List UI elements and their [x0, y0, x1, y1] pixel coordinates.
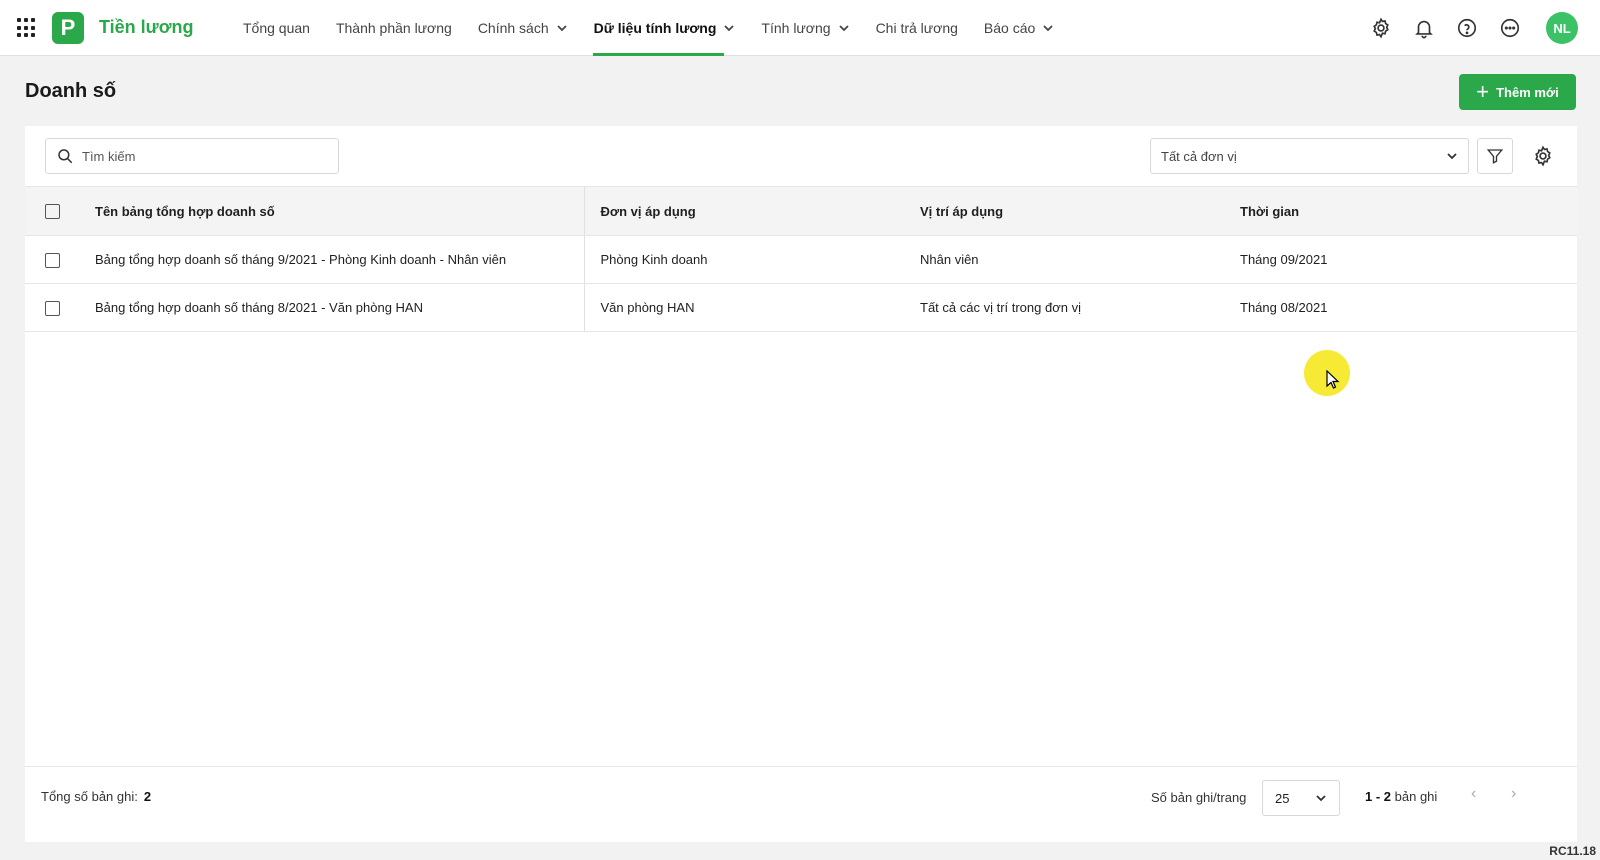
help-icon[interactable]	[1455, 16, 1479, 40]
per-page-select[interactable]: 25	[1262, 780, 1340, 816]
cell-time: Tháng 08/2021	[1224, 283, 1577, 332]
table-settings-button[interactable]	[1525, 138, 1561, 174]
filter-icon	[1486, 149, 1504, 164]
chevron-down-icon	[557, 25, 567, 32]
content-card: Tất cả đơn vị Tên bảng tổng hợp doanh số…	[25, 126, 1577, 842]
chevron-down-icon	[1447, 153, 1457, 160]
unit-filter-value: Tất cả đơn vị	[1161, 148, 1237, 164]
nav-item-label: Báo cáo	[983, 20, 1036, 36]
add-new-label: Thêm mới	[1496, 84, 1559, 100]
app-title[interactable]: Tiền lương	[99, 17, 194, 38]
main-nav: Tổng quan Thành phần lương Chính sách Dữ li…	[230, 0, 1067, 56]
table-header-row: Tên bảng tổng hợp doanh số Đơn vị áp dụn…	[25, 186, 1577, 236]
chevron-down-icon	[724, 25, 735, 32]
row-checkbox[interactable]	[45, 252, 60, 268]
filter-button[interactable]	[1477, 138, 1513, 174]
nav-item-label: Tổng quan	[243, 20, 310, 36]
nav-item-1[interactable]: Thành phần lương	[323, 0, 465, 56]
next-page-icon[interactable]: ›	[1511, 785, 1516, 803]
total-value: 2	[143, 789, 152, 804]
row-checkbox[interactable]	[45, 300, 60, 316]
search-input[interactable]	[82, 148, 322, 164]
nav-item-2[interactable]: Chính sách	[465, 0, 581, 56]
column-header-unit[interactable]: Đơn vị áp dụng	[584, 186, 904, 236]
column-header-time[interactable]: Thời gian	[1224, 186, 1577, 236]
cell-name[interactable]: Bảng tổng hợp doanh số tháng 8/2021 - Vă…	[79, 283, 585, 332]
unit-filter-select[interactable]: Tất cả đơn vị	[1150, 138, 1469, 174]
table-footer: Tổng số bản ghi: 2 Số bản ghi/trang 25 1 …	[25, 766, 1577, 824]
gear-icon	[1535, 145, 1551, 167]
page-title: Doanh số	[25, 80, 117, 102]
nav-item-label: Dữ liệu tính lương	[593, 20, 717, 36]
cell-unit: Phòng Kinh doanh	[584, 235, 904, 284]
cell-position: Nhân viên	[904, 235, 1224, 284]
per-page-value: 25	[1275, 790, 1290, 806]
user-avatar[interactable]: NL	[1546, 12, 1578, 44]
version-label: RC11.18	[1549, 844, 1596, 858]
column-header-position[interactable]: Vị trí áp dụng	[904, 186, 1224, 236]
range-value: 1 - 2	[1365, 789, 1392, 804]
cell-unit: Văn phòng HAN	[584, 283, 904, 332]
nav-item-5[interactable]: Chi trả lương	[863, 0, 971, 56]
search-icon	[58, 149, 73, 164]
cell-name[interactable]: Bảng tổng hợp doanh số tháng 9/2021 - Ph…	[79, 235, 585, 284]
nav-item-label: Chính sách	[477, 20, 549, 36]
nav-item-0[interactable]: Tổng quan	[230, 0, 323, 56]
bell-icon[interactable]	[1412, 16, 1436, 40]
nav-item-4[interactable]: Tính lương	[748, 0, 862, 56]
nav-item-3[interactable]: Dữ liệu tính lương	[581, 0, 749, 56]
app-logo[interactable]: P	[52, 12, 84, 44]
select-all-checkbox[interactable]	[45, 204, 60, 220]
more-icon[interactable]	[1498, 16, 1522, 40]
top-right-icons: NL	[1369, 0, 1600, 56]
add-new-button[interactable]: + Thêm mới	[1459, 74, 1576, 110]
app-launcher-icon[interactable]	[17, 18, 37, 38]
nav-item-label: Thành phần lương	[335, 20, 452, 36]
total-records: Tổng số bản ghi: 2	[41, 789, 151, 804]
data-table: Tên bảng tổng hợp doanh số Đơn vị áp dụn…	[25, 186, 1577, 332]
chevron-down-icon	[1043, 25, 1053, 32]
nav-item-label: Tính lương	[761, 20, 831, 36]
cell-position: Tất cả các vị trí trong đơn vị	[904, 283, 1224, 332]
chevron-down-icon	[1316, 795, 1326, 802]
table-row[interactable]: Bảng tổng hợp doanh số tháng 8/2021 - Vă…	[25, 283, 1577, 332]
total-label: Tổng số bản ghi:	[41, 789, 138, 804]
top-navbar: P Tiền lương Tổng quan Thành phần lương Ch…	[0, 0, 1600, 56]
search-box[interactable]	[45, 138, 339, 174]
table-row[interactable]: Bảng tổng hợp doanh số tháng 9/2021 - Ph…	[25, 235, 1577, 284]
settings-icon[interactable]	[1369, 16, 1393, 40]
cell-time: Tháng 09/2021	[1224, 235, 1577, 284]
plus-icon: +	[1476, 79, 1490, 104]
prev-page-icon[interactable]: ‹	[1471, 785, 1476, 803]
record-range: 1 - 2 bản ghi	[1365, 789, 1437, 804]
range-label: bản ghi	[1394, 789, 1438, 804]
column-header-name[interactable]: Tên bảng tổng hợp doanh số	[79, 186, 585, 236]
mouse-cursor-icon	[1326, 370, 1340, 389]
chevron-down-icon	[838, 25, 849, 32]
per-page-label: Số bản ghi/trang	[1151, 790, 1247, 805]
nav-item-label: Chi trả lương	[875, 20, 958, 36]
nav-item-6[interactable]: Báo cáo	[971, 0, 1067, 56]
